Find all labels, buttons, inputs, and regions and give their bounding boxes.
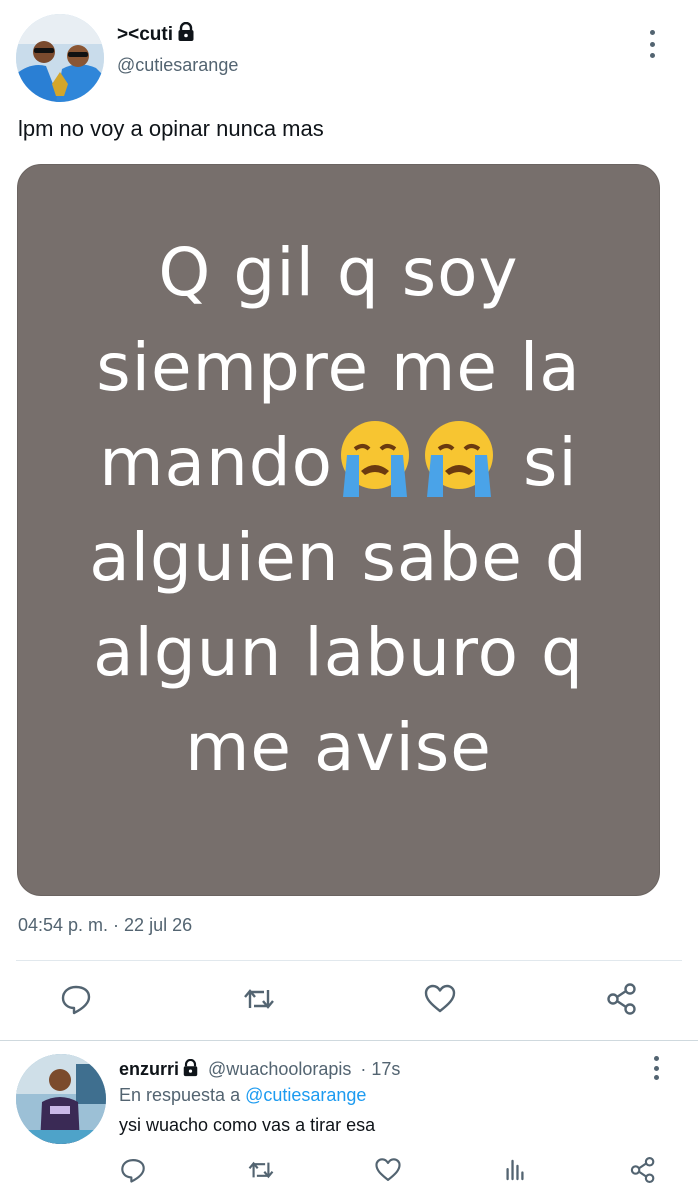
reply-time[interactable]: · 17s	[360, 1059, 400, 1079]
heart-icon[interactable]	[420, 979, 460, 1019]
in-reply-to: En respuesta a @cutiesarange	[119, 1085, 366, 1106]
reply-author-display-name[interactable]: enzurri	[119, 1059, 179, 1079]
in-reply-to-label: En respuesta a	[119, 1085, 241, 1105]
reply-more-options-icon[interactable]	[646, 1056, 666, 1080]
tweet-media-image[interactable]: Q gil q soy siempre me la mando si algui…	[17, 164, 660, 896]
reply-tweet[interactable]: enzurri @wuachoolorapis · 17s En respues…	[0, 1042, 698, 1200]
tweet-action-bar	[0, 979, 698, 1023]
divider	[16, 960, 682, 961]
reply-action-bar	[0, 1150, 698, 1194]
media-text-line-with-emoji: mando si	[18, 415, 659, 510]
author-handle[interactable]: @cutiesarange	[117, 55, 238, 76]
media-text-line: Q gil q soy	[158, 234, 519, 311]
heart-icon[interactable]	[368, 1150, 408, 1190]
tweet-text: lpm no voy a opinar nunca mas	[18, 116, 324, 141]
media-text-line: algun laburo q	[93, 614, 584, 691]
media-image-text: Q gil q soy siempre me la mando si algui…	[18, 225, 659, 795]
author-block: ><cuti @cutiesarange	[117, 21, 238, 76]
tweet-timestamp[interactable]: 04:54 p. m. · 22 jul 26	[18, 915, 192, 936]
in-reply-to-mention-link[interactable]: @cutiesarange	[245, 1085, 366, 1105]
author-display-name[interactable]: ><cuti	[117, 24, 173, 46]
media-text-line: me avise	[185, 709, 492, 786]
media-text-fragment: mando	[99, 424, 334, 501]
analytics-icon[interactable]	[495, 1150, 535, 1190]
reply-meta: enzurri @wuachoolorapis · 17s	[119, 1058, 400, 1080]
section-divider	[0, 1040, 698, 1041]
loudly-crying-face-emoji-icon	[417, 415, 501, 499]
more-options-icon[interactable]	[640, 30, 664, 58]
protected-lock-icon	[177, 21, 195, 42]
author-avatar[interactable]	[16, 14, 104, 102]
retweet-icon[interactable]	[239, 979, 279, 1019]
media-text-line: alguien sabe d	[89, 519, 588, 596]
share-icon[interactable]	[602, 979, 642, 1019]
reply-text: ysi wuacho como vas a tirar esa	[119, 1115, 376, 1135]
media-text-line: siempre me la	[96, 329, 581, 406]
reply-icon[interactable]	[56, 979, 96, 1019]
loudly-crying-face-emoji-icon	[333, 415, 417, 499]
share-icon[interactable]	[623, 1150, 663, 1190]
retweet-icon[interactable]	[241, 1150, 281, 1190]
protected-lock-icon	[182, 1058, 199, 1077]
reply-author-handle[interactable]: @wuachoolorapis	[208, 1059, 351, 1079]
tweet-detail-page: ><cuti @cutiesarange lpm no voy a opinar…	[0, 0, 698, 1200]
reply-icon[interactable]	[113, 1150, 153, 1190]
tweet-header: ><cuti @cutiesarange	[16, 14, 682, 104]
media-text-fragment: si	[523, 424, 578, 501]
reply-author-avatar[interactable]	[16, 1054, 106, 1144]
